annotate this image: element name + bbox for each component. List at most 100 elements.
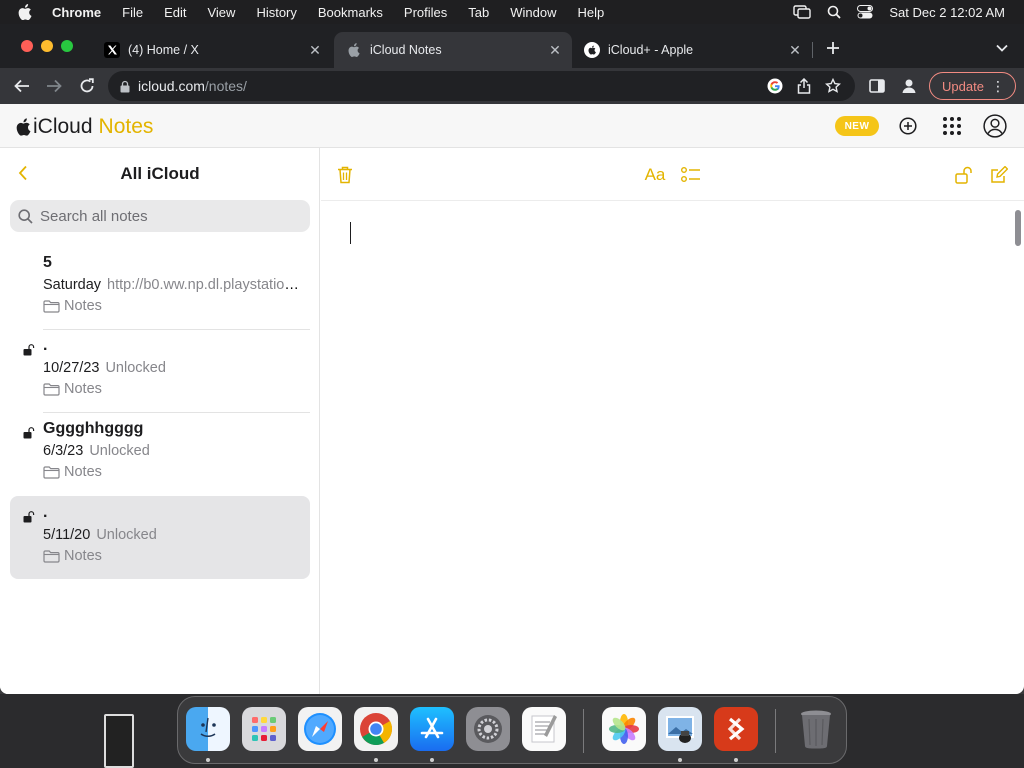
tab-search-chevron-icon[interactable]: [990, 36, 1014, 60]
search-input[interactable]: [40, 207, 290, 225]
menu-bar: Chrome File Edit View History Bookmarks …: [0, 0, 1024, 24]
editor-toolbar: Aa: [321, 148, 1024, 201]
note-date: 10/27/23: [43, 360, 100, 376]
window-minimize-button[interactable]: [41, 40, 53, 52]
preview-icon[interactable]: [658, 707, 702, 751]
window-zoom-button[interactable]: [61, 40, 73, 52]
address-bar[interactable]: icloud.com/notes/: [108, 71, 855, 101]
app-store-icon[interactable]: [410, 707, 454, 751]
note-title: Gggghhgggg: [43, 420, 144, 437]
menu-app-name[interactable]: Chrome: [52, 5, 101, 20]
tab-x-home[interactable]: (4) Home / X ✕: [92, 32, 332, 68]
profile-icon[interactable]: [897, 74, 921, 98]
update-label: Update: [942, 78, 984, 94]
note-item[interactable]: . 10/27/23 Unlocked Notes: [10, 329, 310, 412]
compose-icon[interactable]: [987, 163, 1011, 187]
note-title: .: [43, 504, 48, 521]
note-item-selected[interactable]: . 5/11/20 Unlocked Notes: [10, 496, 310, 579]
menu-profiles[interactable]: Profiles: [404, 5, 447, 20]
spotlight-search-icon[interactable]: [827, 5, 842, 19]
menu-window[interactable]: Window: [510, 5, 556, 20]
note-folder: Notes: [43, 381, 102, 397]
system-settings-icon[interactable]: [466, 707, 510, 751]
dock-separator: [583, 709, 584, 753]
reload-icon[interactable]: [75, 74, 99, 98]
control-center-icon[interactable]: [857, 5, 874, 19]
tab-title: iCloud+ - Apple: [608, 43, 694, 57]
new-badge[interactable]: NEW: [835, 116, 879, 136]
apple-logo-icon: [16, 118, 31, 136]
side-panel-icon[interactable]: [865, 74, 889, 98]
text-format-button[interactable]: Aa: [642, 163, 668, 187]
search-field[interactable]: [10, 200, 310, 232]
textedit-icon[interactable]: [522, 707, 566, 751]
apple-icon: [346, 42, 362, 58]
note-folder-name: Notes: [64, 548, 102, 564]
tab-icloud-notes[interactable]: iCloud Notes ✕: [334, 32, 572, 68]
trash-icon[interactable]: [333, 163, 357, 187]
x-icon: [104, 42, 120, 58]
menu-bookmarks[interactable]: Bookmarks: [318, 5, 383, 20]
note-meta: 6/3/23 Unlocked: [43, 443, 303, 459]
lock-icon[interactable]: [120, 80, 130, 93]
share-icon[interactable]: [797, 78, 811, 94]
finder-icon[interactable]: [186, 707, 230, 751]
checklist-icon[interactable]: [679, 163, 703, 187]
add-circle-icon[interactable]: [896, 114, 920, 138]
menu-help[interactable]: Help: [578, 5, 605, 20]
brand-icloud-text: iCloud: [33, 115, 93, 138]
update-button[interactable]: Update ⋮: [929, 72, 1016, 100]
url-text[interactable]: icloud.com/notes/: [138, 78, 247, 94]
page-content: iCloud Notes NEW All iCloud 5 S: [0, 104, 1024, 694]
google-lens-icon[interactable]: [767, 78, 783, 94]
folder-icon: [43, 465, 60, 479]
more-vert-icon[interactable]: ⋮: [991, 78, 1005, 94]
note-date: 5/11/20: [43, 527, 91, 543]
new-tab-icon[interactable]: [821, 36, 845, 60]
menu-edit[interactable]: Edit: [164, 5, 186, 20]
menu-file[interactable]: File: [122, 5, 143, 20]
editor-scrollbar[interactable]: [1015, 210, 1021, 246]
safari-icon[interactable]: [298, 707, 342, 751]
running-indicator: [734, 758, 738, 762]
menubar-clock[interactable]: Sat Dec 2 12:02 AM: [889, 5, 1005, 20]
launchpad-icon[interactable]: [242, 707, 286, 751]
photos-icon[interactable]: [602, 707, 646, 751]
note-folder: Notes: [43, 548, 102, 564]
brand-notes-text: Notes: [98, 115, 154, 138]
iphone-mirroring-thumbnail[interactable]: [104, 714, 134, 768]
unlock-icon[interactable]: [952, 163, 976, 187]
tab-close-icon[interactable]: ✕: [786, 42, 804, 59]
dock-separator: [775, 709, 776, 753]
back-arrow-icon[interactable]: [10, 74, 34, 98]
note-preview: http://b0.ww.np.dl.playstation.net: [107, 277, 303, 293]
note-editor[interactable]: [321, 202, 1024, 660]
note-status: Unlocked: [105, 360, 166, 376]
bookmark-star-icon[interactable]: [825, 78, 841, 94]
tab-title: iCloud Notes: [370, 43, 442, 57]
note-item[interactable]: 5 Saturday http://b0.ww.np.dl.playstation…: [10, 246, 310, 329]
remote-desktop-icon[interactable]: [714, 707, 758, 751]
url-host: icloud.com: [138, 78, 205, 94]
app-grid-icon[interactable]: [940, 114, 964, 138]
tab-close-icon[interactable]: ✕: [546, 42, 564, 59]
forward-arrow-icon[interactable]: [42, 74, 66, 98]
window-close-button[interactable]: [21, 40, 33, 52]
account-icon[interactable]: [983, 114, 1007, 138]
tab-separator: [812, 42, 813, 58]
chrome-icon[interactable]: [354, 707, 398, 751]
apple-menu-icon[interactable]: [18, 4, 34, 20]
menu-tab[interactable]: Tab: [468, 5, 489, 20]
tab-icloud-plus-apple[interactable]: iCloud+ - Apple ✕: [572, 32, 812, 68]
tab-close-icon[interactable]: ✕: [306, 42, 324, 59]
icloud-notes-logo[interactable]: iCloud Notes: [16, 115, 153, 139]
note-status: Unlocked: [96, 527, 157, 543]
running-indicator: [678, 758, 682, 762]
note-folder-name: Notes: [64, 464, 102, 480]
trash-icon[interactable]: [794, 707, 838, 751]
note-status: Unlocked: [89, 443, 150, 459]
menu-history[interactable]: History: [256, 5, 296, 20]
menu-view[interactable]: View: [207, 5, 235, 20]
note-item[interactable]: Gggghhgggg 6/3/23 Unlocked Notes: [10, 412, 310, 495]
screen-mirroring-icon[interactable]: [793, 5, 812, 19]
